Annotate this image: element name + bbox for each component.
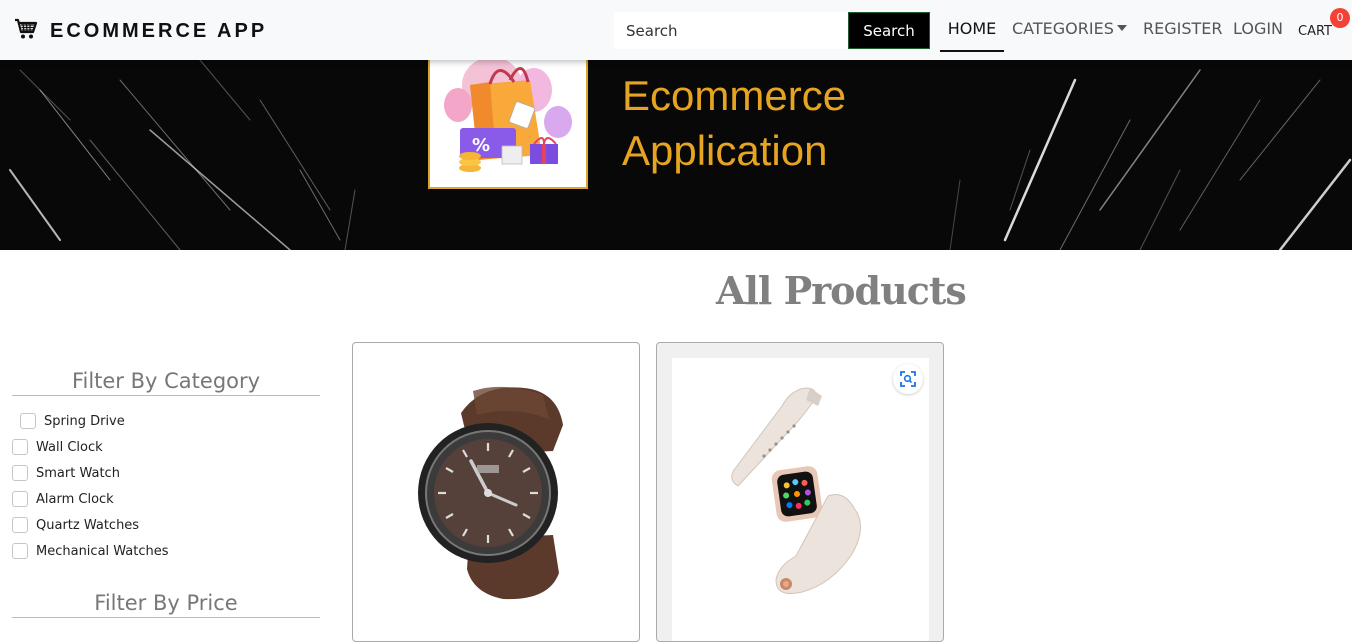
brand-name: ECOMMERCE APP [50,20,268,42]
nav-categories[interactable]: CATEGORIES [1012,19,1127,39]
banner-logo: % [428,60,588,189]
category-label: Alarm Clock [36,491,114,507]
banner-title-line-2: Application [622,127,828,174]
search-button[interactable]: Search [848,12,930,49]
checkbox[interactable] [12,491,28,507]
zoom-scan-icon[interactable] [893,364,923,394]
checkbox[interactable] [12,543,28,559]
category-label: Wall Clock [36,439,103,455]
filter-by-price-heading: Filter By Price [12,591,320,618]
nav-login[interactable]: LOGIN [1233,19,1283,39]
nav-home[interactable]: HOME [940,19,1004,52]
caret-down-icon [1116,25,1127,31]
nav-cart[interactable]: CART [1298,22,1332,42]
shopping-cart-icon [14,17,38,45]
nav-categories-label: CATEGORIES [1012,19,1114,38]
banner-title: Ecommerce Application [622,68,846,178]
checkbox[interactable] [12,439,28,455]
product-image-smart-watch [731,387,861,594]
shopping-bag-illustration: % [444,60,572,172]
product-card[interactable] [656,342,944,642]
category-filter-smart-watch[interactable]: Smart Watch [12,465,120,481]
brand[interactable]: ECOMMERCE APP [14,17,267,45]
checkbox[interactable] [20,413,36,429]
navbar: ECOMMERCE APP Search HOME CATEGORIES REG… [0,0,1352,60]
page-title: All Products [716,268,967,313]
nav-register[interactable]: REGISTER [1143,19,1223,39]
category-filter-mechanical-watches[interactable]: Mechanical Watches [12,543,169,559]
category-label: Quartz Watches [36,517,140,533]
category-filter-spring-drive[interactable]: Spring Drive [20,413,125,429]
search-input[interactable] [614,12,848,49]
hero-banner: % Ecommerce Application [0,60,1352,250]
checkbox[interactable] [12,517,28,533]
product-image-brown-watch [418,386,563,600]
cart-count-badge: 0 [1330,8,1350,28]
category-label: Spring Drive [44,413,125,429]
category-label: Smart Watch [36,465,120,481]
category-filter-quartz-watches[interactable]: Quartz Watches [12,517,139,533]
category-filter-wall-clock[interactable]: Wall Clock [12,439,103,455]
category-label: Mechanical Watches [36,543,169,559]
product-image-frame [672,358,929,641]
filter-by-category-heading: Filter By Category [12,369,320,396]
checkbox[interactable] [12,465,28,481]
category-filter-alarm-clock[interactable]: Alarm Clock [12,491,114,507]
product-card[interactable] [352,342,640,642]
banner-title-line-1: Ecommerce [622,72,847,119]
